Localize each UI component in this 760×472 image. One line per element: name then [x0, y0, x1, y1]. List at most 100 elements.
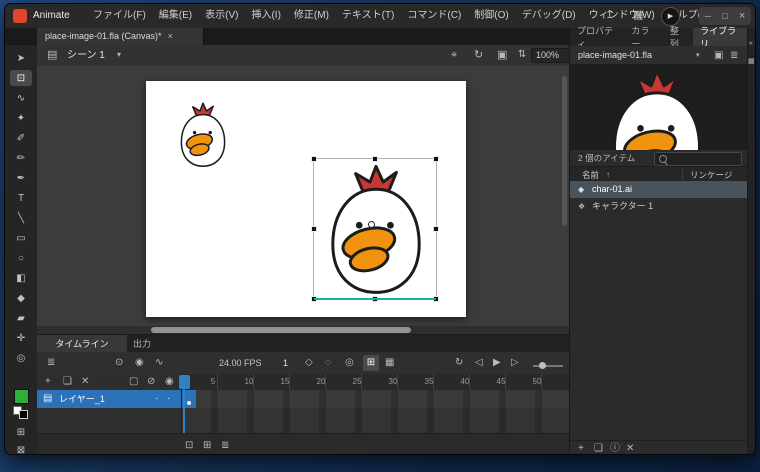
- new-symbol-icon[interactable]: +: [578, 444, 584, 454]
- delete-item-icon[interactable]: ✕: [626, 444, 634, 454]
- menu-item-window[interactable]: ウィンドウ(W): [589, 11, 655, 21]
- auto-keyframe-icon[interactable]: ◇: [305, 358, 313, 368]
- graph-editor-icon[interactable]: ∿: [155, 358, 163, 368]
- transform-handle-e[interactable]: [433, 226, 439, 232]
- chicken-artwork-small[interactable]: [173, 94, 233, 176]
- transform-origin-point[interactable]: [368, 221, 375, 228]
- column-linkage[interactable]: リンケージ: [690, 171, 732, 180]
- tab-library[interactable]: ライブラリ: [693, 26, 748, 49]
- selection-bounding-box[interactable]: [311, 156, 439, 302]
- document-tab[interactable]: place-image-01.fla (Canvas)* ×: [37, 28, 204, 45]
- add-folder-icon[interactable]: ❏: [63, 377, 72, 387]
- zoom-tool[interactable]: ◎: [10, 350, 32, 366]
- docked-panel-icon[interactable]: ▦: [748, 58, 755, 65]
- play-icon[interactable]: ▶: [493, 358, 501, 368]
- show-layers-icon[interactable]: ◉: [165, 377, 174, 387]
- column-divider[interactable]: [682, 169, 683, 180]
- slider-knob[interactable]: [539, 362, 546, 369]
- line-tool[interactable]: ╲: [10, 210, 32, 226]
- new-folder-icon[interactable]: ❏: [594, 444, 603, 454]
- frames-view-icon[interactable]: ▦: [385, 358, 394, 368]
- library-item-row[interactable]: ❖ キャラクター 1: [570, 198, 748, 215]
- library-document-select[interactable]: place-image-01.fla: [578, 51, 652, 60]
- playhead-marker[interactable]: [179, 375, 190, 389]
- tab-output[interactable]: 出力: [115, 335, 169, 352]
- menu-item-debug[interactable]: デバッグ(D): [522, 11, 576, 21]
- layer-row[interactable]: ▤ レイヤー_1 · ·: [37, 390, 181, 408]
- menu-item-edit[interactable]: 編集(E): [159, 11, 192, 21]
- scene-chevron-icon[interactable]: ▾: [117, 51, 121, 59]
- maximize-button[interactable]: □: [722, 11, 727, 21]
- lasso-tool[interactable]: ∿: [10, 90, 32, 106]
- lock-layers-icon[interactable]: ⊘: [147, 377, 155, 387]
- step-forward-icon[interactable]: ▷: [511, 358, 519, 368]
- default-fill-swatch[interactable]: [19, 410, 28, 419]
- object-drawing-icon[interactable]: ⊞: [10, 424, 32, 440]
- oval-tool[interactable]: ○: [10, 250, 32, 266]
- new-library-panel-icon[interactable]: ≣: [730, 51, 738, 61]
- library-search-box[interactable]: [654, 152, 742, 166]
- layer-visible-dot[interactable]: ·: [155, 394, 158, 404]
- edit-multiple-frames-icon[interactable]: ⊞: [363, 355, 379, 371]
- center-stage-icon[interactable]: ⌖: [451, 50, 457, 61]
- step-back-icon[interactable]: ◁: [475, 358, 483, 368]
- transform-handle-n[interactable]: [372, 156, 378, 162]
- brush-tool[interactable]: ✐: [10, 130, 32, 146]
- free-transform-tool[interactable]: ⊡: [10, 70, 32, 86]
- outline-view-icon[interactable]: ▢: [129, 377, 138, 387]
- layer-frames-row[interactable]: [181, 390, 570, 408]
- menu-item-control[interactable]: 制御(O): [474, 11, 508, 21]
- onion-skin-icon[interactable]: ◌: [325, 358, 331, 368]
- playhead-line[interactable]: [183, 389, 185, 433]
- menu-item-insert[interactable]: 挿入(I): [251, 11, 280, 21]
- loop-frames-icon[interactable]: ⊞: [203, 441, 211, 451]
- transform-handle-nw[interactable]: [311, 156, 317, 162]
- layers-panel-icon[interactable]: ≣: [47, 358, 55, 368]
- layer-name[interactable]: レイヤー_1: [59, 395, 105, 404]
- tab-color[interactable]: カラー: [624, 26, 663, 49]
- share-icon[interactable]: ↥: [605, 10, 614, 21]
- add-layer-icon[interactable]: +: [45, 377, 51, 387]
- layer-lock-dot[interactable]: ·: [167, 394, 170, 404]
- tab-close-icon[interactable]: ×: [168, 32, 173, 41]
- pencil-tool[interactable]: ✏: [10, 150, 32, 166]
- transform-handle-w[interactable]: [311, 226, 317, 232]
- loop-icon[interactable]: ↻: [455, 358, 463, 368]
- scrollbar-thumb[interactable]: [151, 327, 411, 333]
- menu-item-modify[interactable]: 修正(M): [294, 11, 329, 21]
- fill-color-swatch[interactable]: [14, 389, 29, 404]
- frame-rate[interactable]: 24.00 FPS: [219, 359, 262, 368]
- camera-icon[interactable]: ⊙: [115, 358, 123, 368]
- zoom-stepper-icon[interactable]: ⇅: [518, 50, 526, 60]
- snap-icon[interactable]: ⊠: [10, 442, 32, 455]
- library-item-row-selected[interactable]: ◆ char-01.ai: [570, 181, 748, 198]
- library-doc-chevron-icon[interactable]: ▾: [696, 52, 700, 59]
- hand-tool[interactable]: ✛: [10, 330, 32, 346]
- menu-item-text[interactable]: テキスト(T): [342, 11, 394, 21]
- menu-item-commands[interactable]: コマンド(C): [407, 11, 461, 21]
- scene-name[interactable]: シーン 1: [67, 51, 105, 61]
- tab-timeline[interactable]: タイムライン: [37, 335, 127, 352]
- workspace-icon[interactable]: ▦: [633, 10, 643, 21]
- center-frame-icon[interactable]: ⊡: [185, 441, 193, 451]
- item-properties-icon[interactable]: ⓘ: [610, 444, 620, 454]
- layer-visibility-icon[interactable]: ◉: [135, 358, 144, 368]
- collapse-dock-icon[interactable]: «: [749, 40, 753, 47]
- menu-item-view[interactable]: 表示(V): [205, 11, 238, 21]
- canvas-horizontal-scrollbar[interactable]: [37, 326, 569, 334]
- onion-outline-icon[interactable]: ◎: [345, 358, 354, 368]
- timeline-zoom-slider[interactable]: [533, 362, 563, 369]
- clip-content-icon[interactable]: ▣: [497, 50, 507, 61]
- current-frame[interactable]: 1: [283, 359, 288, 368]
- eraser-tool[interactable]: ▰: [10, 310, 32, 326]
- pen-tool[interactable]: ✒: [10, 170, 32, 186]
- paint-bucket-tool[interactable]: ◧: [10, 270, 32, 286]
- tab-align[interactable]: 整列: [663, 26, 693, 49]
- column-name[interactable]: 名前: [582, 171, 599, 180]
- delete-layer-icon[interactable]: ✕: [81, 377, 89, 387]
- tab-properties[interactable]: プロパティ: [570, 26, 624, 49]
- eyedropper-tool[interactable]: ◆: [10, 290, 32, 306]
- canvas-vertical-scrollbar[interactable]: [562, 76, 567, 226]
- timeline-menu-icon[interactable]: ≣: [221, 441, 229, 451]
- transform-handle-ne[interactable]: [433, 156, 439, 162]
